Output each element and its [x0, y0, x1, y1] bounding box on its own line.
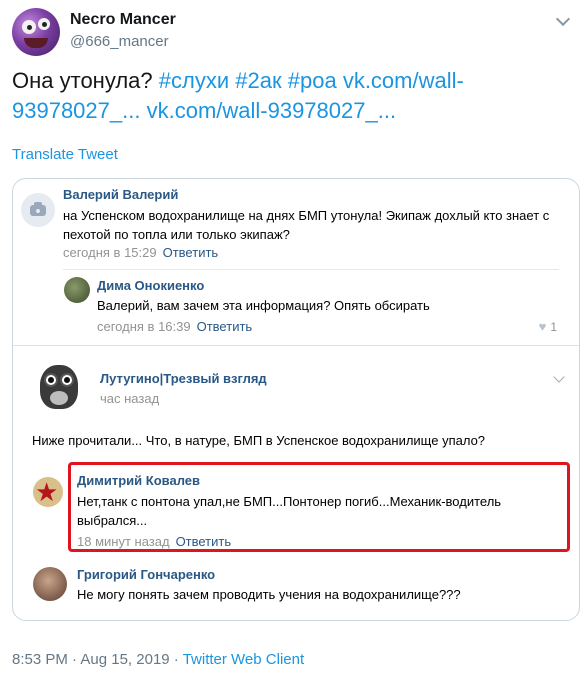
avatar-pupil-left	[27, 25, 32, 30]
user-avatar[interactable]	[12, 8, 60, 56]
user-handle[interactable]: @666_mancer	[70, 33, 169, 50]
tweet-text: Она утонула? #слухи #2ак #роа vk.com/wal…	[12, 66, 572, 126]
attached-image-card[interactable]: Валерий Валерий на Успенском водохранили…	[12, 178, 580, 621]
chevron-down-icon	[553, 371, 565, 383]
tweet-header: Necro Mancer @666_mancer	[12, 8, 572, 58]
avatar-pupil-right	[42, 22, 47, 27]
comment-meta: сегодня в 16:39 Ответить	[97, 319, 252, 334]
star-icon: ★	[35, 477, 59, 507]
comment-time: сегодня в 16:39	[97, 319, 191, 334]
comment-author: Григорий Гончаренко	[77, 567, 216, 582]
avatar-mouth	[24, 38, 48, 48]
camera-lens-icon	[34, 207, 42, 215]
url-link[interactable]: vk.com/wall-93978027_...	[147, 98, 396, 123]
hashtag-link[interactable]: #2ак	[235, 68, 281, 93]
post-text: Ниже прочитали... Что, в натуре, БМП в У…	[32, 433, 486, 448]
tweet-date[interactable]: Aug 15, 2019	[80, 651, 169, 668]
comment-text: на Успенском водохранилище на днях БМП у…	[63, 208, 550, 242]
separator: ·	[169, 651, 183, 668]
post-author: Лутугино|Трезвый взгляд	[100, 371, 267, 386]
owl-pupil-left	[48, 377, 54, 383]
chevron-down-icon[interactable]	[555, 11, 571, 27]
comment-meta: сегодня в 15:29 Ответить	[63, 245, 218, 260]
comment-author: Дима Онокиенко	[97, 278, 205, 293]
comment-time: сегодня в 15:29	[63, 245, 157, 260]
reply-link: Ответить	[162, 245, 219, 260]
comment-text: Валерий, вам зачем эта информация? Опять…	[97, 298, 430, 313]
heart-icon: ♥	[538, 319, 547, 334]
like-count: ♥ 1	[539, 319, 557, 334]
hashtag-link[interactable]: #роа	[288, 68, 337, 93]
like-number: 1	[550, 320, 557, 334]
owl-belly	[50, 391, 68, 405]
avatar	[64, 277, 90, 303]
avatar	[33, 567, 67, 601]
translate-tweet-link[interactable]: Translate Tweet	[12, 146, 118, 163]
client-link[interactable]: Twitter Web Client	[183, 651, 304, 668]
separator: ·	[67, 651, 81, 668]
owl-avatar	[32, 359, 86, 413]
comment-text: Нет,танк с понтона упал,не БМП...Понтоне…	[77, 494, 502, 528]
display-name[interactable]: Necro Mancer	[70, 11, 176, 29]
comment-meta: 18 минут назад Ответить	[77, 534, 231, 549]
reply-link: Ответить	[196, 319, 253, 334]
avatar: ★	[33, 477, 63, 507]
comment-time: 18 минут назад	[77, 534, 170, 549]
tweet-text-plain: Она утонула?	[12, 68, 159, 93]
tweet-time[interactable]: 8:53 PM	[12, 651, 68, 668]
comment-author: Димитрий Ковалев	[77, 473, 200, 488]
comment-author: Валерий Валерий	[63, 187, 179, 202]
reply-link: Ответить	[175, 534, 232, 549]
tweet-timestamp: 8:53 PM · Aug 15, 2019 · Twitter Web Cli…	[12, 651, 304, 668]
post-time: час назад	[100, 391, 160, 406]
hashtag-link[interactable]: #слухи	[159, 68, 229, 93]
divider	[63, 269, 559, 270]
comment-text: Не могу понять зачем проводить учения на…	[77, 587, 461, 602]
section-divider	[13, 345, 579, 346]
camera-avatar	[21, 193, 55, 227]
owl-pupil-right	[64, 377, 70, 383]
